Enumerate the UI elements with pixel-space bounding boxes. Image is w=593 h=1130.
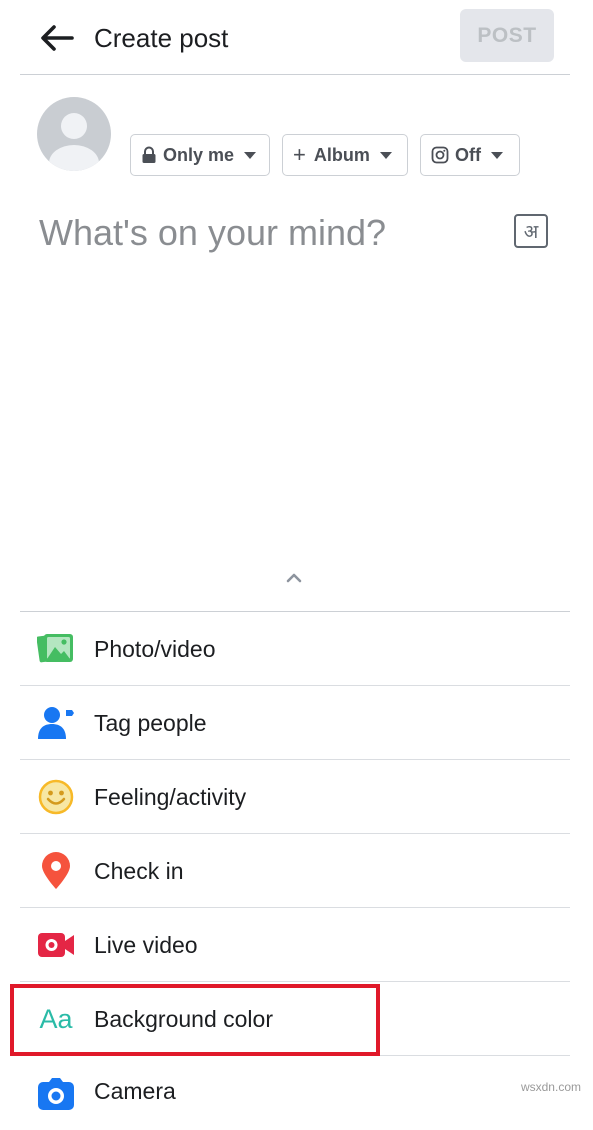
feeling-activity-icon bbox=[36, 777, 76, 817]
post-button[interactable]: POST bbox=[460, 9, 554, 62]
menu-item-feeling-activity[interactable]: Feeling/activity bbox=[20, 760, 570, 834]
instagram-label: Off bbox=[455, 144, 481, 165]
privacy-selector[interactable]: Only me bbox=[130, 134, 270, 176]
menu-item-camera[interactable]: Camera bbox=[20, 1056, 570, 1130]
check-in-icon bbox=[36, 851, 76, 891]
menu-item-check-in[interactable]: Check in bbox=[20, 834, 570, 908]
album-selector[interactable]: + Album bbox=[282, 134, 408, 176]
default-avatar-icon bbox=[49, 113, 99, 171]
back-button[interactable] bbox=[34, 18, 78, 58]
instagram-icon bbox=[431, 146, 449, 164]
watermark: wsxdn.com bbox=[520, 1080, 581, 1094]
menu-item-tag-people[interactable]: Tag people bbox=[20, 686, 570, 760]
page-title: Create post bbox=[94, 23, 229, 53]
transliterate-icon[interactable]: अ bbox=[514, 214, 548, 248]
tag-people-icon bbox=[36, 703, 76, 743]
instagram-share-selector[interactable]: Off bbox=[420, 134, 520, 176]
chevron-down-icon bbox=[491, 151, 503, 159]
chevron-up-icon[interactable] bbox=[284, 570, 304, 586]
menu-item-label: Photo/video bbox=[94, 635, 216, 662]
chevron-down-icon bbox=[379, 151, 392, 159]
menu-item-label: Tag people bbox=[94, 709, 207, 736]
back-arrow-icon bbox=[41, 25, 74, 51]
photo-video-icon bbox=[36, 629, 76, 669]
album-label: Album bbox=[313, 144, 370, 165]
menu-item-photo-video[interactable]: Photo/video bbox=[20, 612, 570, 686]
header-divider bbox=[20, 74, 570, 75]
live-video-icon bbox=[36, 925, 76, 965]
post-text-input[interactable]: What's on your mind? bbox=[39, 210, 386, 256]
highlight-box bbox=[10, 984, 380, 1056]
lock-icon bbox=[142, 146, 156, 163]
privacy-label: Only me bbox=[163, 144, 235, 165]
menu-item-label: Check in bbox=[94, 857, 184, 884]
menu-item-label: Live video bbox=[94, 931, 198, 958]
menu-item-live-video[interactable]: Live video bbox=[20, 908, 570, 982]
header: Create post POST bbox=[0, 0, 593, 75]
plus-icon: + bbox=[293, 142, 306, 167]
chevron-down-icon bbox=[244, 151, 257, 159]
menu-item-label: Camera bbox=[94, 1078, 176, 1104]
camera-icon bbox=[36, 1074, 76, 1114]
menu-item-label: Feeling/activity bbox=[94, 783, 247, 810]
avatar bbox=[37, 97, 111, 171]
